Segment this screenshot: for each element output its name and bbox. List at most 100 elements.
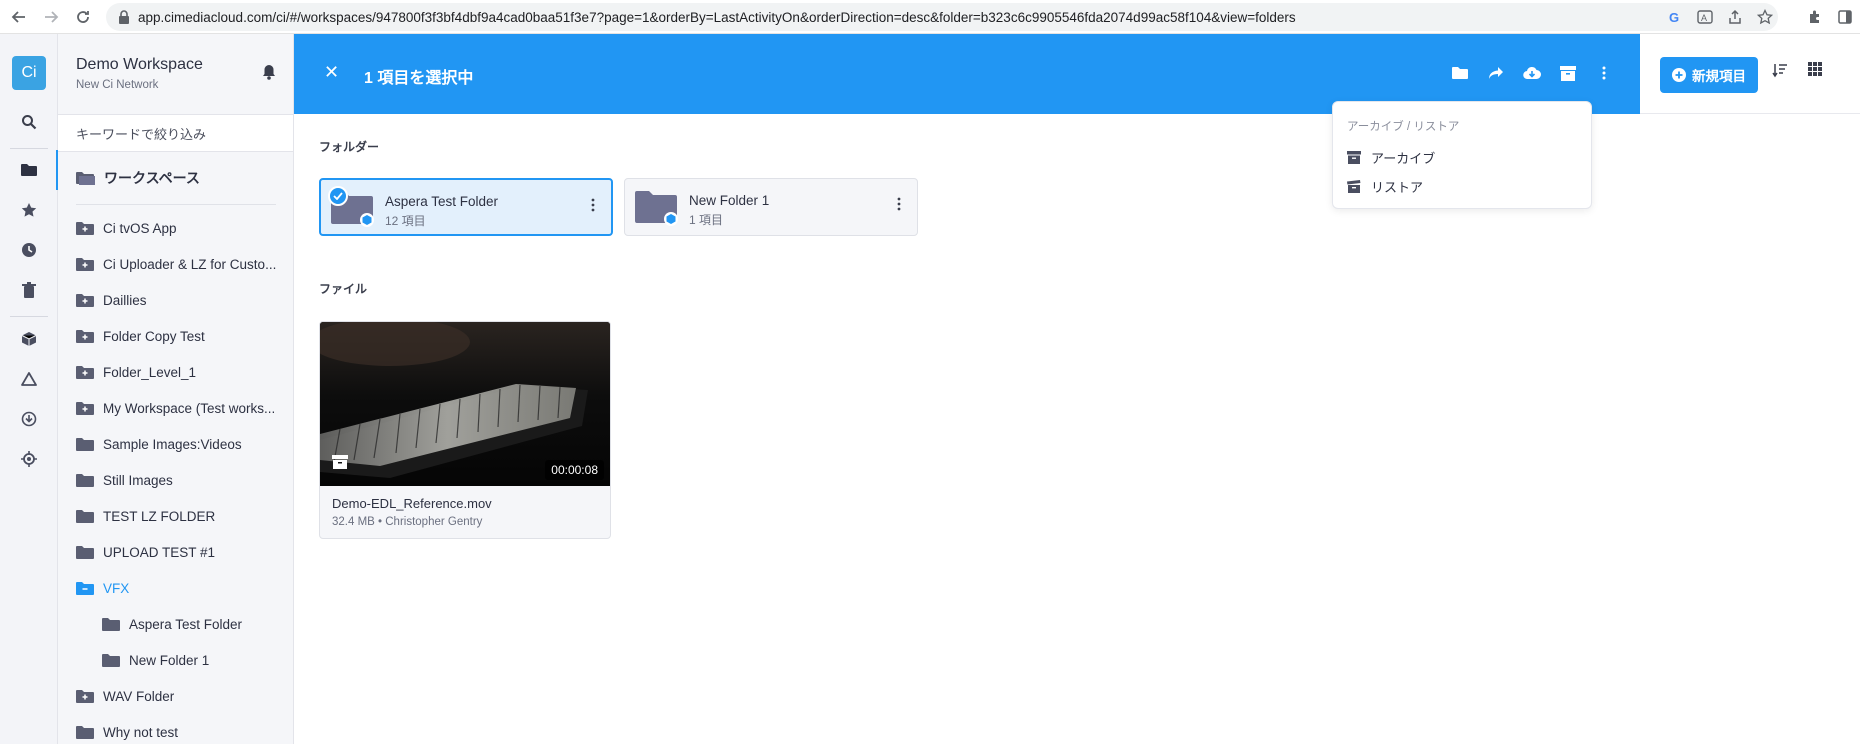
download-icon[interactable] (0, 404, 58, 434)
archive-restore-menu: アーカイブ / リストア アーカイブ リストア (1332, 101, 1592, 209)
folder-icon[interactable] (0, 155, 58, 185)
sidebar-folder-item[interactable]: Aspera Test Folder (58, 606, 293, 642)
view-controls: 新規項目 (1640, 34, 1860, 114)
folder-icon (76, 725, 94, 739)
new-item-button[interactable]: 新規項目 (1660, 57, 1758, 93)
sidebar-folder-label: VFX (103, 580, 130, 596)
forward-icon[interactable] (38, 4, 64, 30)
folder-plus-icon (76, 329, 94, 343)
clock-icon[interactable] (0, 235, 58, 265)
back-icon[interactable] (6, 4, 32, 30)
star-icon[interactable] (0, 195, 58, 225)
folder-plus-icon (76, 221, 94, 235)
sidebar-folder-item[interactable]: TEST LZ FOLDER (58, 498, 293, 534)
sidebar-folder-item[interactable]: Ci Uploader & LZ for Custo... (58, 246, 293, 282)
more-vertical-icon[interactable] (1590, 58, 1618, 88)
folder-name: Aspera Test Folder (385, 194, 499, 209)
sidebar-folder-item[interactable]: Sample Images:Videos (58, 426, 293, 462)
folder-count: 12 項目 (385, 214, 426, 228)
video-thumbnail[interactable]: 00:00:08 (320, 322, 610, 486)
translate-icon[interactable]: A (1690, 2, 1720, 32)
trash-icon[interactable] (0, 275, 58, 305)
file-name: Demo-EDL_Reference.mov (332, 496, 492, 511)
reload-icon[interactable] (70, 4, 96, 30)
sidebar-folder-item[interactable]: UPLOAD TEST #1 (58, 534, 293, 570)
bookmark-star-icon[interactable] (1750, 2, 1780, 32)
sidebar-folder-item[interactable]: WAV Folder (58, 678, 293, 714)
workspace-sidebar: Demo Workspace New Ci Network キーワードで絞り込み… (58, 34, 294, 744)
sidebar-folder-label: WAV Folder (103, 688, 175, 704)
folder-count: 1 項目 (689, 213, 724, 227)
more-vertical-icon[interactable] (591, 198, 595, 217)
folder-icon (76, 509, 94, 523)
address-bar[interactable]: app.cimediacloud.com/ci/#/workspaces/947… (106, 3, 1778, 31)
workspace-root-item[interactable]: ワークスペース (76, 168, 200, 188)
url-text: app.cimediacloud.com/ci/#/workspaces/947… (138, 9, 1296, 25)
folder-icon (102, 653, 120, 667)
workspace-root-label: ワークスペース (104, 170, 200, 186)
archive-icon (1347, 151, 1361, 164)
folder-minus-icon (76, 581, 94, 595)
video-duration: 00:00:08 (545, 460, 604, 480)
sidebar-folder-label: Ci Uploader & LZ for Custo... (103, 256, 277, 272)
bell-icon[interactable] (262, 64, 276, 85)
cloud-icon[interactable] (0, 364, 58, 394)
sidepanel-icon[interactable] (1830, 2, 1860, 32)
menu-item-archive[interactable]: アーカイブ (1347, 148, 1435, 167)
archive-icon[interactable] (1554, 58, 1582, 88)
google-icon[interactable]: G (1660, 2, 1690, 32)
sidebar-folder-label: New Folder 1 (129, 652, 210, 668)
app-rail: Ci (0, 34, 58, 744)
unarchive-icon (1347, 180, 1361, 193)
sidebar-folder-item[interactable]: Ci tvOS App (58, 210, 293, 246)
selection-count: 1 項目を選択中 (364, 70, 474, 87)
sidebar-folder-label: Folder_Level_1 (103, 364, 197, 380)
sidebar-folder-label: Folder Copy Test (103, 328, 205, 344)
sidebar-folder-label: Sample Images:Videos (103, 436, 242, 452)
folders-stack-icon (76, 172, 95, 185)
files-section-title: ファイル (319, 282, 368, 296)
sidebar-folder-item[interactable]: Folder_Level_1 (58, 354, 293, 390)
close-selection-button[interactable]: ✕ (324, 62, 339, 83)
folder-icon (102, 617, 120, 631)
sort-icon[interactable] (1772, 62, 1788, 83)
folder-icon (76, 545, 94, 559)
archive-icon (332, 455, 348, 474)
sidebar-folder-item[interactable]: VFX (58, 570, 293, 606)
folder-icon[interactable] (1446, 58, 1474, 88)
sidebar-folder-item[interactable]: My Workspace (Test works... (58, 390, 293, 426)
more-vertical-icon[interactable] (897, 197, 901, 216)
sidebar-folder-item[interactable]: New Folder 1 (58, 642, 293, 678)
browser-toolbar: app.cimediacloud.com/ci/#/workspaces/947… (0, 0, 1860, 34)
cloud-download-icon[interactable] (1518, 58, 1546, 88)
svg-text:A: A (1701, 13, 1707, 23)
network-name: New Ci Network (76, 79, 159, 91)
workspace-name[interactable]: Demo Workspace (76, 56, 203, 74)
svg-text:G: G (1669, 10, 1679, 24)
folder-name: New Folder 1 (689, 193, 770, 208)
target-icon[interactable] (0, 444, 58, 474)
folder-shared-icon (635, 189, 679, 232)
extensions-icon[interactable] (1800, 2, 1830, 32)
file-card[interactable]: 00:00:08 Demo-EDL_Reference.mov 32.4 MB … (319, 321, 611, 539)
ci-logo[interactable]: Ci (12, 56, 46, 90)
share-page-icon[interactable] (1720, 2, 1750, 32)
share-icon[interactable] (1482, 58, 1510, 88)
sidebar-folder-label: UPLOAD TEST #1 (103, 544, 216, 560)
folder-card-new-folder-1[interactable]: New Folder 1 1 項目 (624, 178, 918, 236)
menu-item-restore[interactable]: リストア (1347, 177, 1423, 196)
sidebar-folder-label: Daillies (103, 292, 147, 308)
folder-plus-icon (76, 365, 94, 379)
filter-input[interactable]: キーワードで絞り込み (58, 114, 293, 152)
folder-icon (76, 437, 94, 451)
box-icon[interactable] (0, 324, 58, 354)
sidebar-folder-item[interactable]: Why not test (58, 714, 293, 744)
folder-card-aspera[interactable]: Aspera Test Folder 12 項目 (319, 178, 613, 236)
grid-icon[interactable] (1808, 62, 1822, 81)
sidebar-folder-item[interactable]: Still Images (58, 462, 293, 498)
search-icon[interactable] (0, 107, 58, 137)
selected-check-icon[interactable] (328, 186, 348, 206)
file-meta: 32.4 MB • Christopher Gentry (332, 516, 483, 528)
sidebar-folder-item[interactable]: Daillies (58, 282, 293, 318)
sidebar-folder-item[interactable]: Folder Copy Test (58, 318, 293, 354)
